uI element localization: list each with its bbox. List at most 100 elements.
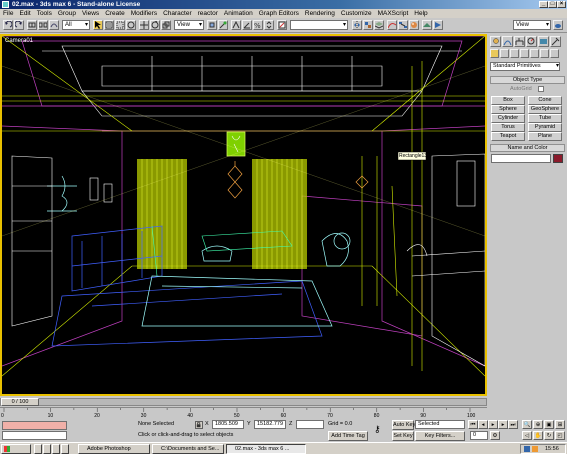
mirror-icon[interactable] bbox=[352, 20, 362, 30]
time-slider-thumb[interactable]: 0 / 100 bbox=[1, 398, 39, 406]
motion-tab-icon[interactable] bbox=[526, 36, 537, 47]
pivot-center-icon[interactable] bbox=[207, 20, 217, 30]
x-coordinate-field[interactable]: 1805.509 bbox=[212, 420, 244, 429]
sphere-button[interactable]: Sphere bbox=[491, 105, 525, 114]
y-coordinate-field[interactable]: 15182.779 bbox=[254, 420, 286, 429]
window-crossing-icon[interactable] bbox=[126, 20, 136, 30]
track-bar[interactable]: 0 10 20 30 40 50 60 70 80 90 100 bbox=[0, 407, 487, 419]
systems-category-icon[interactable] bbox=[550, 49, 559, 58]
tube-button[interactable]: Tube bbox=[528, 114, 562, 123]
teapot-button[interactable]: Teapot bbox=[491, 132, 525, 141]
auto-key-button[interactable]: Auto Key bbox=[392, 420, 415, 430]
quick-launch-explorer-icon[interactable] bbox=[52, 444, 60, 454]
undo-icon[interactable] bbox=[3, 20, 13, 30]
menu-customize[interactable]: Customize bbox=[341, 10, 372, 17]
quick-launch-ie-icon[interactable] bbox=[43, 444, 51, 454]
select-move-icon[interactable] bbox=[139, 20, 149, 30]
plane-button[interactable]: Plane bbox=[528, 132, 562, 141]
taskbar-item-explorer[interactable]: C:\Documents and Se... bbox=[152, 444, 224, 454]
menu-maxscript[interactable]: MAXScript bbox=[378, 10, 409, 17]
geometry-category-icon[interactable] bbox=[490, 49, 499, 58]
maxscript-listener-field[interactable] bbox=[2, 421, 67, 430]
show-desktop-icon[interactable] bbox=[34, 444, 42, 454]
start-button[interactable] bbox=[1, 444, 31, 454]
snap-toggle-icon[interactable] bbox=[231, 20, 241, 30]
rectangular-selection-icon[interactable] bbox=[115, 20, 125, 30]
menu-animation[interactable]: Animation bbox=[224, 10, 253, 17]
helpers-category-icon[interactable] bbox=[530, 49, 539, 58]
previous-frame-icon[interactable]: ◂ bbox=[478, 420, 488, 429]
align-icon[interactable] bbox=[363, 20, 373, 30]
key-mode-dropdown[interactable]: Selected bbox=[415, 420, 465, 429]
torus-button[interactable]: Torus bbox=[491, 123, 525, 132]
geosphere-button[interactable]: GeoSphere bbox=[528, 105, 562, 114]
menu-rendering[interactable]: Rendering bbox=[305, 10, 335, 17]
modify-tab-icon[interactable] bbox=[502, 36, 513, 47]
menu-reactor[interactable]: reactor bbox=[198, 10, 218, 17]
go-to-end-icon[interactable]: ⏭ bbox=[508, 420, 518, 429]
maximize-viewport-icon[interactable]: ◰ bbox=[555, 431, 565, 440]
menu-help[interactable]: Help bbox=[414, 10, 427, 17]
tray-volume-icon[interactable] bbox=[532, 446, 538, 452]
set-key-button[interactable]: Set Key bbox=[392, 431, 414, 441]
zoom-all-icon[interactable]: ⊕ bbox=[533, 420, 543, 429]
shapes-category-icon[interactable] bbox=[500, 49, 509, 58]
material-editor-icon[interactable] bbox=[409, 20, 419, 30]
schematic-view-icon[interactable] bbox=[398, 20, 408, 30]
minimize-button[interactable]: _ bbox=[539, 1, 548, 8]
time-slider[interactable]: 0 / 100 bbox=[0, 397, 567, 407]
select-scale-icon[interactable] bbox=[161, 20, 171, 30]
autogrid-checkbox[interactable] bbox=[538, 86, 544, 92]
selection-filter-dropdown[interactable]: All bbox=[62, 20, 90, 30]
link-icon[interactable] bbox=[27, 20, 37, 30]
menu-graph-editors[interactable]: Graph Editors bbox=[259, 10, 299, 17]
select-rotate-icon[interactable] bbox=[150, 20, 160, 30]
menu-group[interactable]: Group bbox=[58, 10, 76, 17]
menu-tools[interactable]: Tools bbox=[37, 10, 52, 17]
zoom-extents-icon[interactable]: ▣ bbox=[544, 420, 554, 429]
zoom-icon[interactable]: 🔍 bbox=[522, 420, 532, 429]
quick-render-icon[interactable] bbox=[433, 20, 443, 30]
name-and-color-rollout[interactable]: Name and Color bbox=[490, 144, 565, 152]
cone-button[interactable]: Cone bbox=[528, 96, 562, 105]
primitive-type-dropdown[interactable]: Standard Primitives bbox=[490, 62, 560, 71]
spacewarps-category-icon[interactable] bbox=[540, 49, 549, 58]
taskbar-item-photoshop[interactable]: Adobe Photoshop bbox=[78, 444, 150, 454]
close-button[interactable]: × bbox=[557, 1, 566, 8]
object-type-rollout[interactable]: Object Type bbox=[490, 76, 565, 84]
box-button[interactable]: Box bbox=[491, 96, 525, 105]
select-by-name-icon[interactable] bbox=[104, 20, 114, 30]
lock-icon[interactable] bbox=[195, 421, 203, 429]
cylinder-button[interactable]: Cylinder bbox=[491, 114, 525, 123]
z-coordinate-field[interactable] bbox=[296, 420, 324, 429]
layer-manager-icon[interactable] bbox=[374, 20, 384, 30]
redo-icon[interactable] bbox=[14, 20, 24, 30]
utilities-tab-icon[interactable] bbox=[550, 36, 561, 47]
menu-modifiers[interactable]: Modifiers bbox=[131, 10, 157, 17]
viewport-label[interactable]: Camera01 bbox=[5, 38, 33, 44]
maximize-button[interactable]: □ bbox=[548, 1, 557, 8]
unlink-icon[interactable] bbox=[38, 20, 48, 30]
create-tab-icon[interactable] bbox=[490, 36, 501, 47]
named-selection-dropdown[interactable] bbox=[290, 20, 348, 30]
bind-space-warp-icon[interactable] bbox=[49, 20, 59, 30]
go-to-start-icon[interactable]: ⏮ bbox=[468, 420, 478, 429]
object-color-swatch[interactable] bbox=[553, 154, 563, 163]
curve-editor-icon[interactable] bbox=[387, 20, 397, 30]
play-icon[interactable]: ▸ bbox=[488, 420, 498, 429]
zoom-extents-all-icon[interactable]: ⊞ bbox=[555, 420, 565, 429]
key-filters-button[interactable]: Key Filters... bbox=[415, 431, 465, 441]
quick-launch-media-icon[interactable] bbox=[61, 444, 69, 454]
camera-viewport[interactable]: Camera01 Rectangle13 bbox=[0, 34, 487, 396]
percent-snap-icon[interactable]: % bbox=[253, 20, 263, 30]
hierarchy-tab-icon[interactable] bbox=[514, 36, 525, 47]
taskbar-item-3dsmax[interactable]: 02.max - 3ds max 6 ... bbox=[226, 444, 306, 454]
display-tab-icon[interactable] bbox=[538, 36, 549, 47]
reference-coordinate-dropdown[interactable]: View bbox=[174, 20, 204, 30]
time-config-icon[interactable]: ⚙ bbox=[490, 431, 500, 440]
lights-category-icon[interactable] bbox=[510, 49, 519, 58]
spinner-snap-icon[interactable] bbox=[264, 20, 274, 30]
next-frame-icon[interactable]: ▸ bbox=[498, 420, 508, 429]
cameras-category-icon[interactable] bbox=[520, 49, 529, 58]
menu-character[interactable]: Character bbox=[163, 10, 192, 17]
